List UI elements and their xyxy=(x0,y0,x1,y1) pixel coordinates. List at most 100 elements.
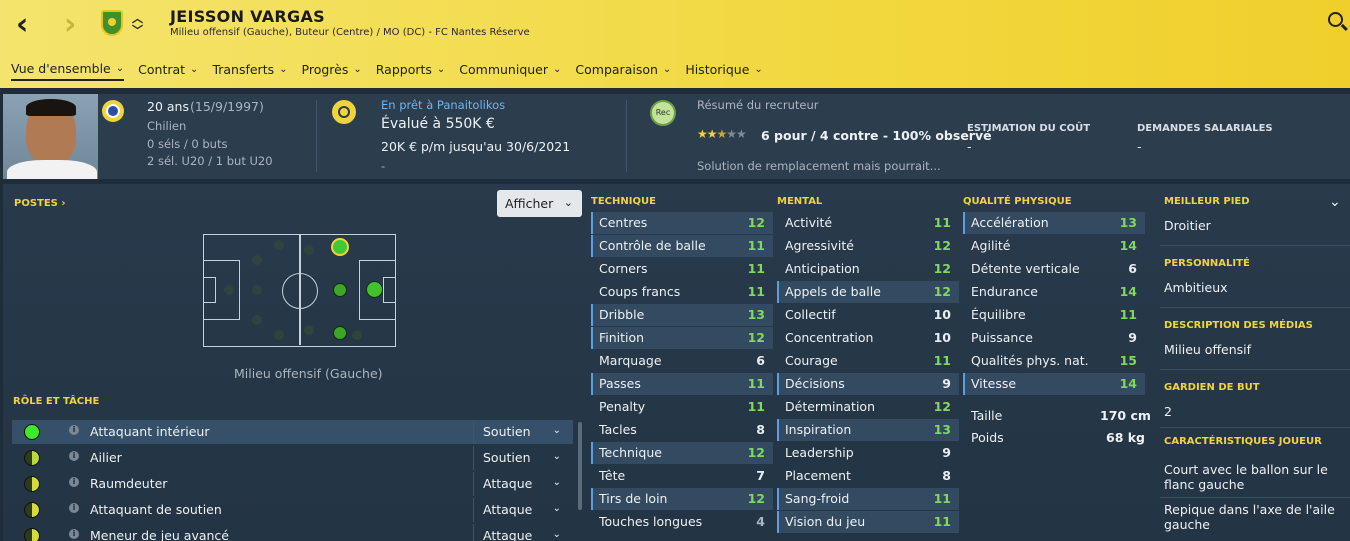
attribute-row[interactable]: Marquage 6 xyxy=(591,350,773,372)
roles-scrollbar[interactable] xyxy=(578,422,582,510)
attribute-name: Touches longues xyxy=(599,514,703,529)
attribute-row[interactable]: Activité 11 xyxy=(777,212,959,234)
attribute-row[interactable]: Détermination 12 xyxy=(777,396,959,418)
attribute-value: 12 xyxy=(747,445,765,460)
height-label: Taille xyxy=(971,408,1003,423)
info-icon[interactable]: i xyxy=(69,425,79,435)
tab-overview[interactable]: Vue d'ensemble ⌄ xyxy=(11,58,125,81)
duty-dropdown[interactable]: Soutien ⌄ xyxy=(473,446,573,470)
info-icon[interactable]: i xyxy=(69,451,79,461)
duty-label: Soutien xyxy=(483,450,531,465)
attribute-row[interactable]: Collectif 10 xyxy=(777,304,959,326)
tab-communicate[interactable]: Communiquer ⌄ xyxy=(459,58,561,81)
role-row[interactable]: i Attaquant intérieur Soutien ⌄ xyxy=(12,420,573,444)
attribute-row[interactable]: Tirs de loin 12 xyxy=(591,488,773,510)
chevron-down-icon[interactable]: ⌄ xyxy=(1329,194,1341,210)
attribute-row[interactable]: Contrôle de balle 11 xyxy=(591,235,773,257)
duty-dropdown[interactable]: Soutien ⌄ xyxy=(473,420,573,444)
attribute-name: Coups francs xyxy=(599,284,681,299)
attribute-name: Qualités phys. nat. xyxy=(971,353,1089,368)
attribute-name: Courage xyxy=(785,353,838,368)
attribute-name: Marquage xyxy=(599,353,662,368)
duty-dropdown[interactable]: Attaque ⌄ xyxy=(473,524,573,541)
attribute-row[interactable]: Penalty 11 xyxy=(591,396,773,418)
attribute-row[interactable]: Agilité 14 xyxy=(963,235,1145,257)
role-row[interactable]: i Attaquant de soutien Attaque ⌄ xyxy=(12,498,573,522)
info-icon[interactable]: i xyxy=(69,477,79,487)
attribute-row[interactable]: Courage 11 xyxy=(777,350,959,372)
info-icon[interactable]: i xyxy=(69,503,79,513)
attribute-row[interactable]: Dribble 13 xyxy=(591,304,773,326)
attribute-row[interactable]: Équilibre 11 xyxy=(963,304,1145,326)
attribute-row[interactable]: Centres 12 xyxy=(591,212,773,234)
attribute-row[interactable]: Puissance 9 xyxy=(963,327,1145,349)
positions-heading[interactable]: POSTES › xyxy=(14,198,66,209)
attribute-row[interactable]: Inspiration 13 xyxy=(777,419,959,441)
attribute-value: 14 xyxy=(1119,238,1137,253)
attribute-row[interactable]: Vision du jeu 11 xyxy=(777,511,959,533)
player-positions-club: Milieu offensif (Gauche), Buteur (Centre… xyxy=(170,27,530,38)
tab-contract[interactable]: Contrat ⌄ xyxy=(138,58,198,81)
divider xyxy=(1160,307,1350,308)
scout-note[interactable]: Solution de remplacement mais pourrait..… xyxy=(697,159,941,173)
tab-comparison[interactable]: Comparaison ⌄ xyxy=(575,58,671,81)
attribute-row[interactable]: Détente verticale 6 xyxy=(963,258,1145,280)
attribute-value: 12 xyxy=(933,238,951,253)
chevron-down-icon[interactable]: ﹀ xyxy=(132,22,143,38)
attribute-row[interactable]: Touches longues 4 xyxy=(591,511,773,533)
attribute-value: 8 xyxy=(756,422,765,437)
role-row[interactable]: i Raumdeuter Attaque ⌄ xyxy=(12,472,573,496)
afficher-dropdown[interactable]: Afficher ⌄ xyxy=(497,190,582,217)
attribute-name: Penalty xyxy=(599,399,646,414)
attribute-row[interactable]: Qualités phys. nat. 15 xyxy=(963,350,1145,372)
weight-value: 68 kg xyxy=(1106,430,1146,445)
attribute-row[interactable]: Technique 12 xyxy=(591,442,773,464)
attribute-row[interactable]: Sang-froid 11 xyxy=(777,488,959,510)
personality-label: PERSONNALITÉ xyxy=(1164,258,1250,269)
role-row[interactable]: i Meneur de jeu avancé Attaque ⌄ xyxy=(12,524,573,541)
search-icon[interactable] xyxy=(1328,12,1343,27)
role-rating-icon xyxy=(24,528,40,541)
role-row[interactable]: i Ailier Soutien ⌄ xyxy=(12,446,573,470)
attribute-row[interactable]: Vitesse 14 xyxy=(963,373,1145,395)
divider xyxy=(1160,427,1350,428)
chevron-down-icon: ⌄ xyxy=(552,425,561,436)
attribute-row[interactable]: Décisions 9 xyxy=(777,373,959,395)
back-button[interactable]: ‹ xyxy=(16,10,28,40)
divider xyxy=(316,100,317,172)
duty-dropdown[interactable]: Attaque ⌄ xyxy=(473,472,573,496)
player-nationality: Chilien xyxy=(147,119,187,133)
tab-history[interactable]: Historique ⌄ xyxy=(685,58,762,81)
attribute-row[interactable]: Placement 8 xyxy=(777,465,959,487)
attribute-name: Appels de balle xyxy=(785,284,881,299)
attribute-row[interactable]: Endurance 14 xyxy=(963,281,1145,303)
tab-reports[interactable]: Rapports ⌄ xyxy=(376,58,446,81)
attribute-row[interactable]: Appels de balle 12 xyxy=(777,281,959,303)
tab-transfers[interactable]: Transferts ⌄ xyxy=(212,58,287,81)
attribute-row[interactable]: Anticipation 12 xyxy=(777,258,959,280)
attribute-row[interactable]: Concentration 10 xyxy=(777,327,959,349)
attribute-row[interactable]: Tacles 8 xyxy=(591,419,773,441)
tab-progress[interactable]: Progrès ⌄ xyxy=(302,58,362,81)
wage-demands-label: DEMANDES SALARIALES xyxy=(1137,123,1273,134)
tab-label: Communiquer xyxy=(459,62,549,77)
attribute-value: 11 xyxy=(933,491,951,506)
attribute-name: Détermination xyxy=(785,399,876,414)
tab-label: Comparaison xyxy=(575,62,658,77)
duty-dropdown[interactable]: Attaque ⌄ xyxy=(473,498,573,522)
player-photo xyxy=(3,94,98,179)
attribute-row[interactable]: Tête 7 xyxy=(591,465,773,487)
attribute-row[interactable]: Agressivité 12 xyxy=(777,235,959,257)
info-icon[interactable]: i xyxy=(69,529,79,539)
attribute-row[interactable]: Passes 11 xyxy=(591,373,773,395)
attribute-name: Corners xyxy=(599,261,648,276)
attribute-row[interactable]: Coups francs 11 xyxy=(591,281,773,303)
attribute-row[interactable]: Finition 12 xyxy=(591,327,773,349)
position-aml-dot xyxy=(331,238,349,256)
attribute-row[interactable]: Accélération 13 xyxy=(963,212,1145,234)
loan-status-link[interactable]: En prêt à Panaitolikos xyxy=(381,98,505,112)
attribute-row[interactable]: Corners 11 xyxy=(591,258,773,280)
club-crest-icon xyxy=(101,10,123,36)
forward-button[interactable]: › xyxy=(64,10,76,40)
attribute-row[interactable]: Leadership 9 xyxy=(777,442,959,464)
